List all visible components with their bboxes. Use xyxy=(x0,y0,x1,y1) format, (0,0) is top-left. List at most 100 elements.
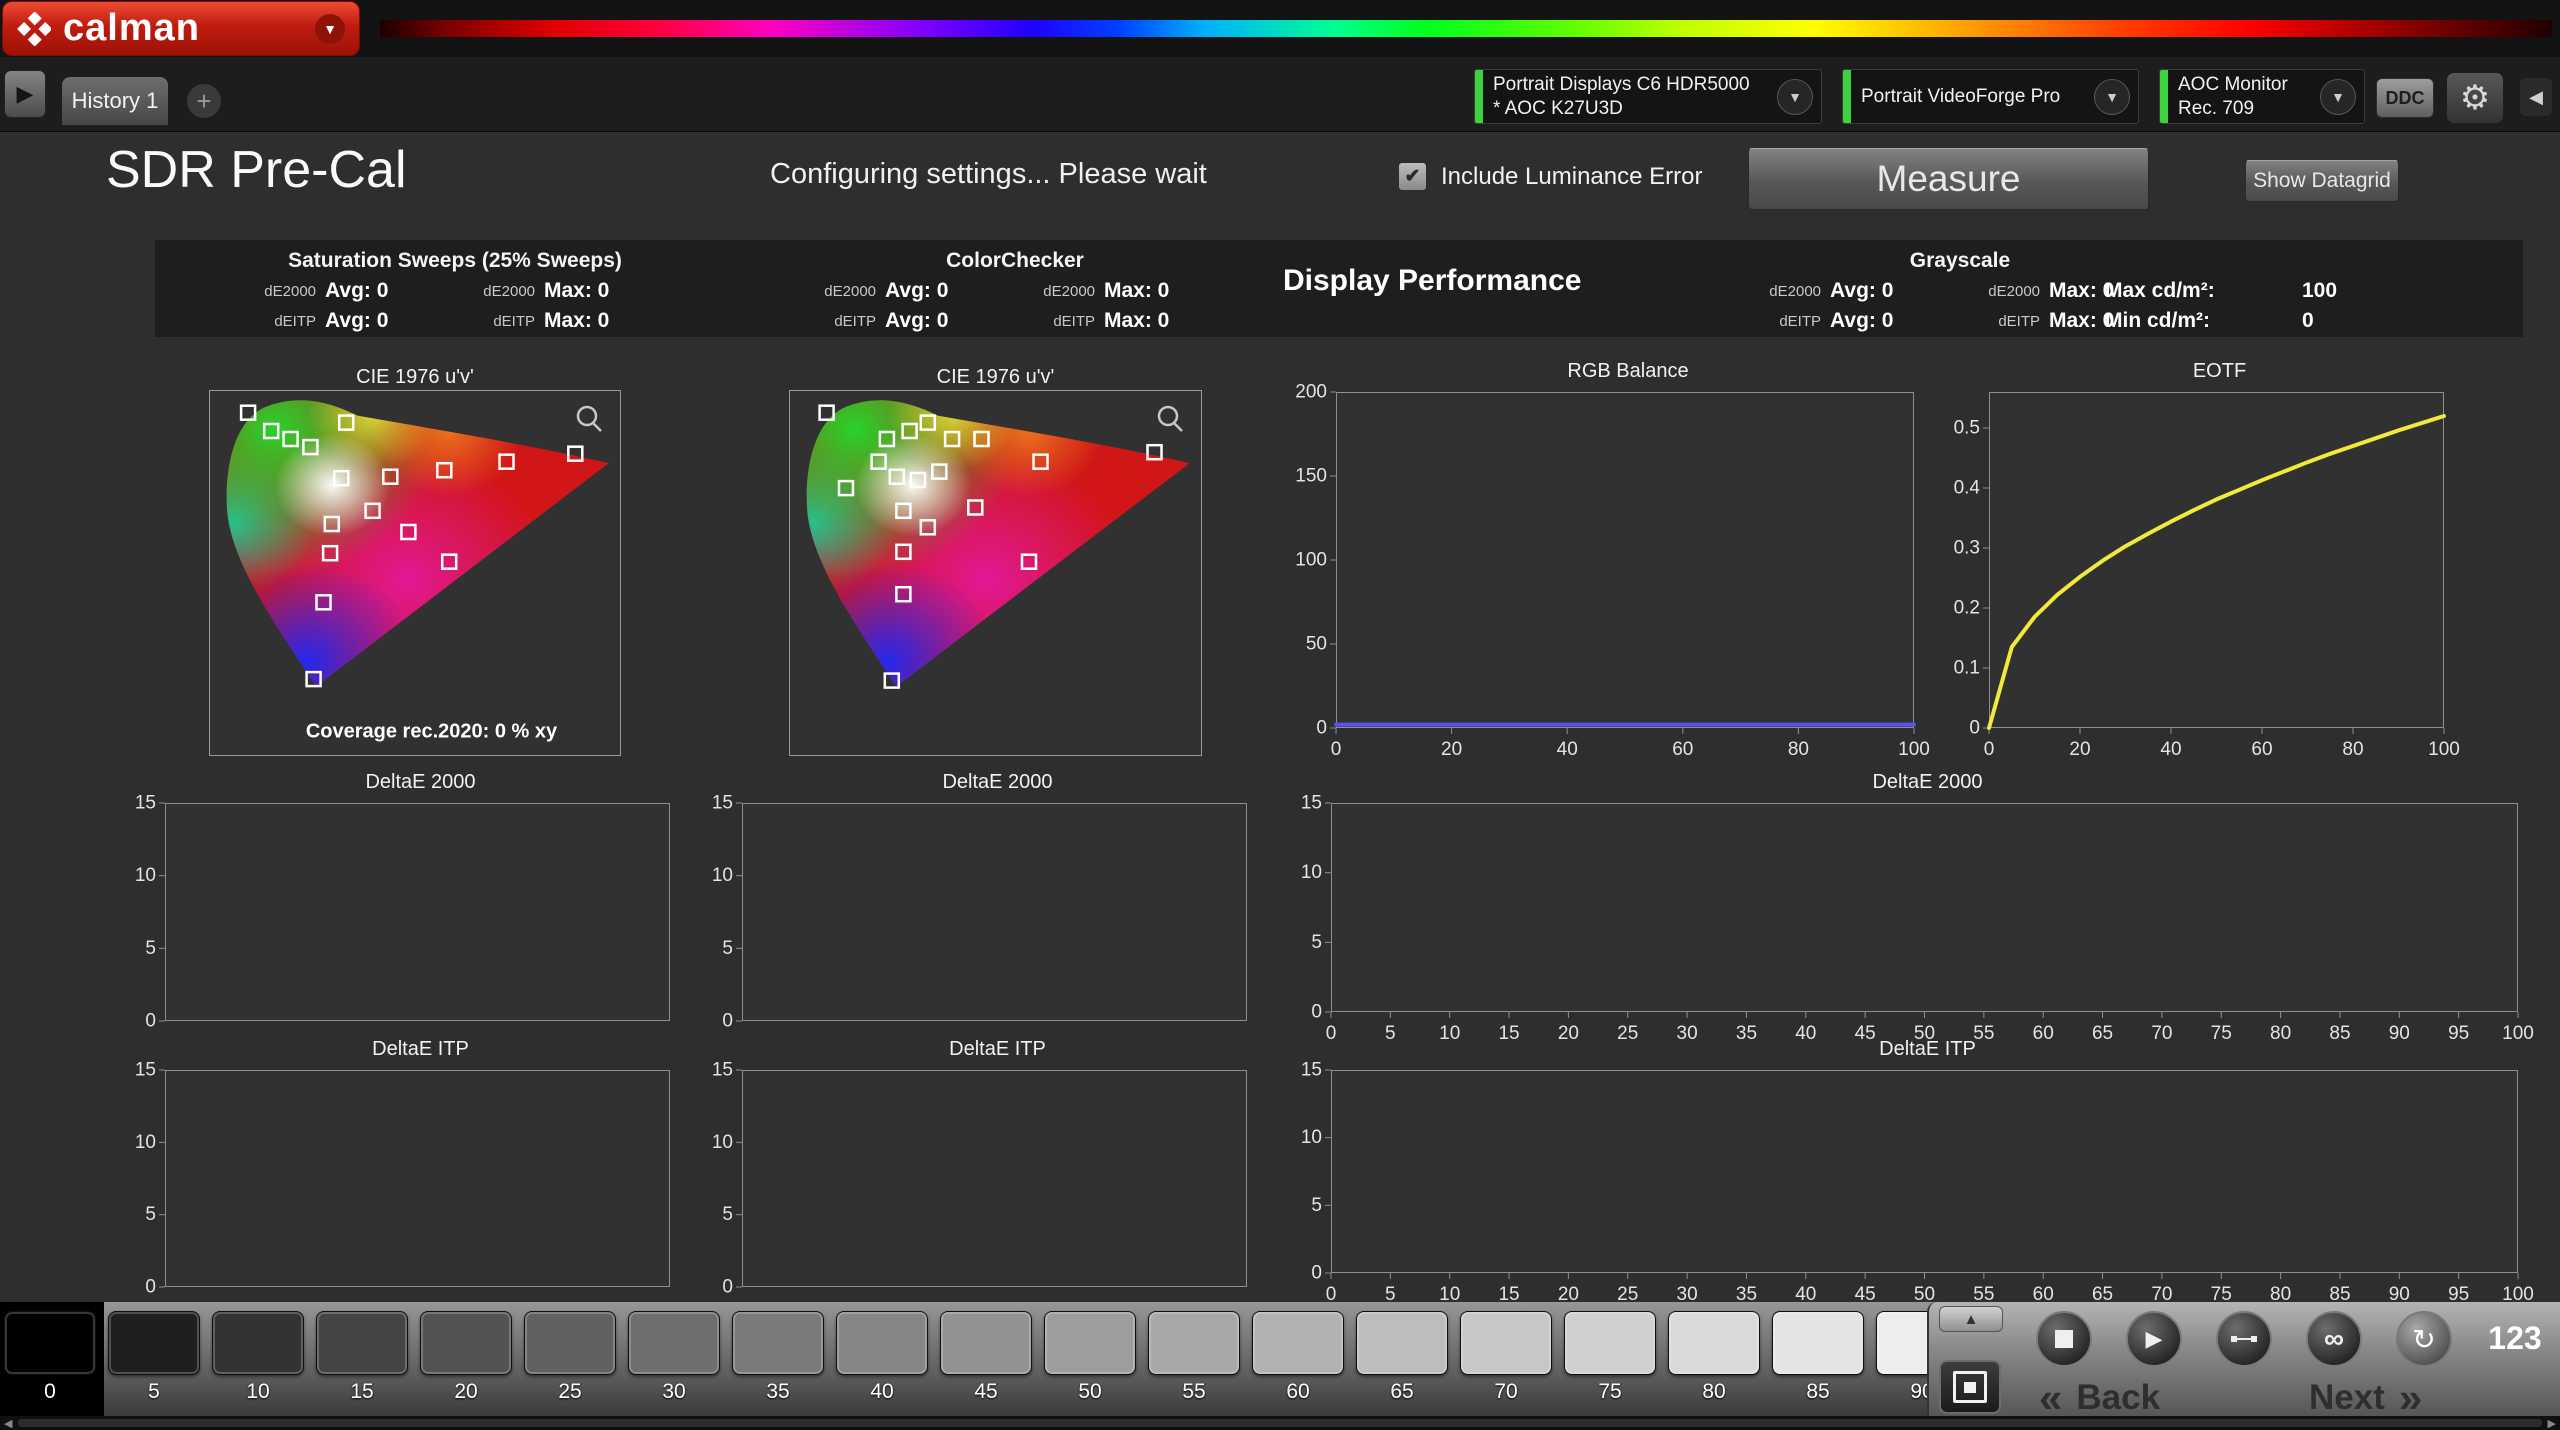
transport-panel: ▲ ▶ ∞ ↻ 123 « Back Next xyxy=(1927,1302,2560,1416)
include-luminance-checkbox[interactable]: ✔ xyxy=(1398,162,1427,191)
deltaeitp-chart-colorchecker: DeltaE ITP 051015 xyxy=(676,1036,1263,1301)
display-colorspace-dropdown[interactable]: AOC Monitor Rec. 709 ▼ xyxy=(2159,69,2365,124)
svg-text:10: 10 xyxy=(1301,862,1322,883)
scroll-left-icon[interactable]: ◀ xyxy=(4,1417,12,1430)
pattern-tile-10[interactable] xyxy=(212,1311,304,1375)
pattern-tile-20[interactable] xyxy=(420,1311,512,1375)
loop-button[interactable]: ↻ xyxy=(2396,1311,2452,1367)
calman-app: calman ▼ ▶ History 1 + Portrait Displays… xyxy=(0,0,2560,1430)
stop-button[interactable] xyxy=(2036,1311,2092,1367)
cie-diagram-2 xyxy=(789,390,1202,756)
pattern-tile-35[interactable] xyxy=(732,1311,824,1375)
chart-title: EOTF xyxy=(1923,358,2460,384)
expand-left-panel-button[interactable]: ▶ xyxy=(4,70,46,118)
svg-text:10: 10 xyxy=(1301,1127,1322,1148)
check-icon: ✔ xyxy=(1405,165,1421,188)
calman-logo-menu[interactable]: calman ▼ xyxy=(2,1,360,56)
stop-icon xyxy=(2055,1330,2073,1348)
pattern-tile-40[interactable] xyxy=(836,1311,928,1375)
meter-line1: Portrait Displays C6 HDR5000 xyxy=(1493,73,1767,97)
interval-measure-button[interactable] xyxy=(2216,1311,2272,1367)
svg-text:10: 10 xyxy=(712,1132,733,1153)
deltaeitp-chart-saturation: DeltaE ITP 051015 xyxy=(99,1036,686,1301)
pattern-tile-5[interactable] xyxy=(108,1311,200,1375)
pattern-tile-15[interactable] xyxy=(316,1311,408,1375)
add-tab-button[interactable]: + xyxy=(187,84,221,118)
svg-text:50: 50 xyxy=(1306,634,1327,655)
pattern-tile-75[interactable] xyxy=(1564,1311,1656,1375)
horizontal-scrollbar[interactable]: ◀ ▶ xyxy=(0,1416,2560,1430)
stats-group-title: ColorChecker xyxy=(755,246,1275,276)
scrollbar-thumb[interactable] xyxy=(18,1419,2541,1427)
svg-text:0.3: 0.3 xyxy=(1954,538,1980,559)
display-performance-heading: Display Performance xyxy=(1283,264,1643,298)
settings-button[interactable]: ⚙ xyxy=(2446,72,2504,124)
svg-text:10: 10 xyxy=(135,865,156,886)
svg-text:20: 20 xyxy=(1441,739,1462,760)
pattern-tile-85[interactable] xyxy=(1772,1311,1864,1375)
scroll-right-icon[interactable]: ▶ xyxy=(2548,1417,2556,1430)
pattern-tile-65[interactable] xyxy=(1356,1311,1448,1375)
pattern-tile-label: 50 xyxy=(1044,1380,1136,1404)
chevron-down-icon[interactable]: ▼ xyxy=(1777,79,1813,115)
back-button[interactable]: « Back xyxy=(2039,1378,2160,1418)
show-datagrid-label: Show Datagrid xyxy=(2253,169,2391,193)
pattern-tile-70[interactable] xyxy=(1460,1311,1552,1375)
pattern-generator-dropdown[interactable]: Portrait VideoForge Pro ▼ xyxy=(1842,69,2139,124)
metric-label: dEITP xyxy=(1015,313,1104,330)
svg-text:80: 80 xyxy=(2342,739,2363,760)
pattern-tile-80[interactable] xyxy=(1668,1311,1760,1375)
eotf-chart: EOTF 00.10.20.30.40.5020406080100 xyxy=(1923,358,2460,766)
measure-button[interactable]: Measure xyxy=(1748,148,2149,210)
svg-text:5: 5 xyxy=(722,938,733,959)
metric-value: Avg: 0 xyxy=(885,279,1015,303)
pattern-tile-45[interactable] xyxy=(940,1311,1032,1375)
meter-status-bar xyxy=(1475,70,1483,123)
include-luminance-checkbox-group: ✔ Include Luminance Error xyxy=(1398,162,1702,191)
show-datagrid-button[interactable]: Show Datagrid xyxy=(2245,160,2399,202)
pattern-tile-50[interactable] xyxy=(1044,1311,1136,1375)
svg-text:15: 15 xyxy=(135,1062,156,1081)
continuous-measure-button[interactable]: ∞ xyxy=(2306,1311,2362,1367)
metric-value: Avg: 0 xyxy=(325,309,455,333)
rgb-balance-chart: RGB Balance 050100150200020406080100 xyxy=(1270,358,1930,766)
metric-label: dE2000 xyxy=(455,283,544,300)
measure-once-button[interactable]: ▶ xyxy=(2126,1311,2182,1367)
play-icon: ▶ xyxy=(2146,1326,2163,1352)
metric-label: dEITP xyxy=(455,313,544,330)
chart-title: DeltaE ITP xyxy=(676,1036,1263,1062)
svg-text:15: 15 xyxy=(1301,795,1322,814)
ddc-button[interactable]: DDC xyxy=(2376,78,2434,118)
pattern-tile-60[interactable] xyxy=(1252,1311,1344,1375)
expand-up-button[interactable]: ▲ xyxy=(1939,1306,2003,1332)
plus-icon: + xyxy=(196,86,211,117)
svg-text:15: 15 xyxy=(135,795,156,814)
pattern-tile-label: 70 xyxy=(1460,1380,1552,1404)
svg-text:5: 5 xyxy=(145,938,156,959)
stats-saturation-group: Saturation Sweeps (25% Sweeps) dE2000 Av… xyxy=(175,246,735,336)
svg-text:0: 0 xyxy=(145,1011,156,1032)
pattern-tile-30[interactable] xyxy=(628,1311,720,1375)
tab-history-1[interactable]: History 1 xyxy=(62,77,168,125)
meter-dropdown[interactable]: Portrait Displays C6 HDR5000 * AOC K27U3… xyxy=(1474,69,1822,124)
svg-text:0: 0 xyxy=(1316,718,1327,739)
next-button[interactable]: Next » xyxy=(2309,1378,2422,1418)
svg-text:150: 150 xyxy=(1295,466,1327,487)
chart-title: DeltaE ITP xyxy=(99,1036,686,1062)
chevron-down-icon[interactable]: ▼ xyxy=(2094,79,2130,115)
pattern-window-button[interactable] xyxy=(1939,1360,2001,1414)
chart-title: CIE 1976 u'v' xyxy=(789,364,1202,390)
svg-text:200: 200 xyxy=(1295,384,1327,403)
collapse-right-panel-button[interactable]: ◀ xyxy=(2520,78,2552,116)
pattern-tile-0[interactable] xyxy=(4,1311,96,1375)
stats-group-title: Grayscale xyxy=(1685,246,2235,276)
metric-label: dEITP xyxy=(236,313,325,330)
pattern-tile-25[interactable] xyxy=(524,1311,616,1375)
pattern-tile-55[interactable] xyxy=(1148,1311,1240,1375)
chevron-down-icon[interactable]: ▼ xyxy=(2320,79,2356,115)
deltae2000-plot-saturation: 0 5 10 15 xyxy=(99,795,686,1035)
logo-menu-chevron-icon[interactable]: ▼ xyxy=(315,14,345,44)
svg-text:10: 10 xyxy=(712,865,733,886)
arrow-left-icon: ◀ xyxy=(2529,87,2543,108)
luminance-value: 0 xyxy=(2280,309,2314,333)
